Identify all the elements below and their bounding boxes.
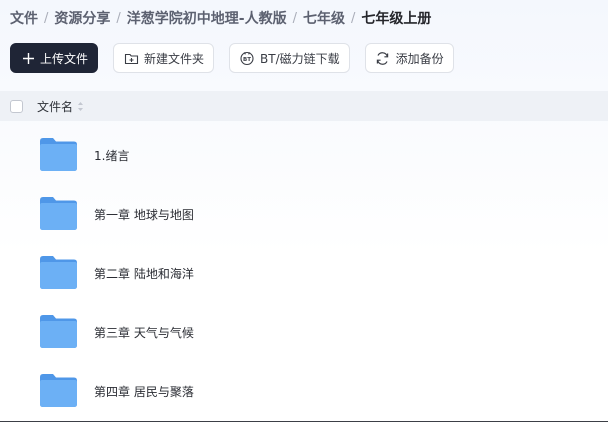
new-folder-button-label: 新建文件夹: [144, 51, 205, 66]
file-name[interactable]: 1.绪言: [94, 147, 129, 164]
folder-icon: [40, 374, 77, 407]
breadcrumb-item-course[interactable]: 洋葱学院初中地理-人教版: [127, 8, 287, 28]
breadcrumb-item-files[interactable]: 文件: [10, 8, 38, 28]
file-manager-page: 文件 / 资源分享 / 洋葱学院初中地理-人教版 / 七年级 / 七年级上册 上…: [0, 0, 608, 424]
file-name[interactable]: 第四章 居民与聚落: [94, 383, 194, 400]
breadcrumb-item-grade[interactable]: 七年级: [303, 8, 345, 28]
sort-icon[interactable]: [77, 101, 84, 112]
add-backup-button-label: 添加备份: [395, 51, 444, 66]
folder-icon: [40, 315, 77, 348]
file-name[interactable]: 第二章 陆地和海洋: [94, 265, 194, 282]
breadcrumb-separator: /: [116, 10, 121, 26]
table-row[interactable]: 第一章 地球与地图: [0, 185, 608, 244]
bt-download-button[interactable]: BT BT/磁力链下载: [229, 43, 350, 73]
select-all-checkbox[interactable]: [10, 99, 23, 113]
breadcrumb-separator: /: [292, 10, 297, 26]
breadcrumb-item-current: 七年级上册: [361, 11, 432, 27]
column-header-filename[interactable]: 文件名: [37, 98, 73, 115]
bt-download-button-label: BT/磁力链下载: [260, 51, 340, 66]
breadcrumb: 文件 / 资源分享 / 洋葱学院初中地理-人教版 / 七年级 / 七年级上册: [10, 7, 431, 29]
folder-icon: [40, 256, 77, 289]
table-row[interactable]: 1.绪言: [0, 126, 608, 185]
breadcrumb-separator: /: [44, 10, 49, 26]
folder-icon: [40, 197, 77, 230]
svg-text:BT: BT: [243, 57, 251, 63]
upload-button-label: 上传文件: [40, 51, 89, 66]
table-row[interactable]: 第四章 居民与聚落: [0, 362, 608, 421]
file-name[interactable]: 第三章 天气与气候: [94, 324, 194, 341]
new-folder-button[interactable]: 新建文件夹: [113, 43, 215, 73]
new-folder-icon: [123, 50, 139, 66]
table-row[interactable]: 第三章 天气与气候: [0, 303, 608, 362]
file-list: 1.绪言 第一章 地球与地图 第二章 陆地和海洋 第三章 天气与气候 第四章 居…: [0, 126, 608, 421]
sync-icon: [375, 50, 391, 66]
bottom-divider: [0, 421, 608, 422]
table-row[interactable]: 第二章 陆地和海洋: [0, 244, 608, 303]
bt-icon: BT: [239, 50, 255, 66]
upload-button[interactable]: 上传文件: [10, 43, 98, 73]
breadcrumb-item-resource-share[interactable]: 资源分享: [54, 8, 110, 28]
breadcrumb-separator: /: [350, 10, 356, 26]
file-name[interactable]: 第一章 地球与地图: [94, 206, 194, 223]
add-backup-button[interactable]: 添加备份: [364, 43, 454, 73]
plus-icon: [22, 50, 35, 66]
folder-icon: [40, 138, 77, 171]
toolbar: 上传文件 新建文件夹 BT BT/磁力链下载 添加备份: [10, 43, 469, 73]
table-header: 文件名: [0, 91, 608, 121]
